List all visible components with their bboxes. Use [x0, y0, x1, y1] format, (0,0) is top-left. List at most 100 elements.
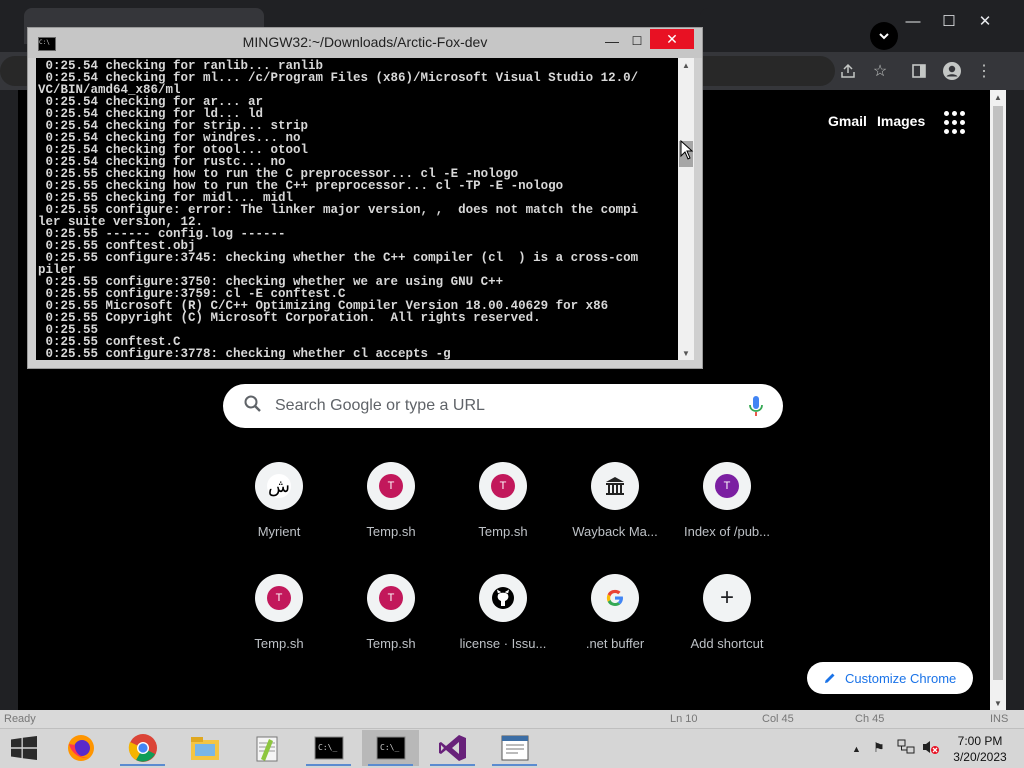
customize-chrome-label: Customize Chrome [845, 670, 957, 686]
google-apps-icon[interactable] [944, 111, 968, 135]
gmail-link[interactable]: Gmail [828, 113, 867, 129]
terminal-maximize-button[interactable]: ☐ [625, 30, 649, 52]
editor-statusbar: Ready Ln 10 Col 45 Ch 45 INS [0, 710, 1024, 730]
terminal-scrollbar[interactable]: ▲ ▼ [678, 58, 694, 360]
document-viewer-icon [501, 735, 528, 761]
browser-tab[interactable] [700, 8, 870, 44]
notepad-plus-plus-icon [256, 736, 277, 762]
shortcut-tile[interactable]: T Temp.sh [335, 574, 447, 678]
shortcut-tile[interactable]: license · Issu... [447, 574, 559, 678]
scroll-down-arrow-icon[interactable]: ▼ [678, 346, 694, 360]
shortcut-tile[interactable]: ﺵ Myrient [223, 462, 335, 566]
bookmark-star-icon[interactable]: ☆ [868, 60, 892, 82]
search-icon [244, 395, 261, 412]
shortcut-label: license · Issu... [459, 636, 547, 651]
volume-muted-icon[interactable] [922, 739, 940, 760]
plus-glyph: + [719, 584, 734, 611]
shortcut-tile[interactable]: T Temp.sh [335, 462, 447, 566]
chrome-maximize-button[interactable]: ☐ [929, 8, 969, 34]
share-icon[interactable] [836, 60, 860, 82]
command-prompt-icon: C:\_ [314, 736, 343, 760]
chevron-down-icon [879, 33, 889, 40]
svg-text:C:\_: C:\_ [380, 743, 399, 752]
taskbar-visual-studio[interactable] [424, 730, 481, 766]
show-hidden-icons-chevron[interactable]: ▲ [852, 744, 861, 754]
taskbar-mingw-terminal[interactable]: C:\_ [362, 730, 419, 766]
archive-building-icon [591, 462, 639, 510]
taskbar-notepad-plus-plus[interactable] [238, 730, 295, 766]
shortcut-label: Temp.sh [366, 636, 416, 651]
terminal-close-button[interactable]: ✕ [650, 29, 694, 49]
taskbar-command-prompt[interactable]: C:\_ [300, 730, 357, 766]
side-panel-icon[interactable] [907, 60, 931, 82]
chrome-close-button[interactable]: ✕ [965, 8, 1005, 34]
letter-t-icon: T [255, 574, 303, 622]
status-char: Ch 45 [855, 713, 885, 725]
pencil-icon [825, 673, 835, 683]
terminal-minimize-button[interactable]: — [600, 30, 624, 52]
plus-icon: + [703, 574, 751, 622]
letter-t-icon: T [479, 462, 527, 510]
shortcut-label: Index of /pub... [683, 524, 770, 539]
clock-time: 7:00 PM [957, 734, 1003, 748]
svg-text:C:\_: C:\_ [318, 743, 337, 752]
status-ready: Ready [4, 713, 36, 725]
google-g-icon [591, 574, 639, 622]
terminal-text: 0:25.54 checking for ranlib... ranlib 0:… [38, 59, 639, 360]
myrient-icon: ﺵ [255, 462, 303, 510]
terminal-window[interactable]: C:\ MINGW32:~/Downloads/Arctic-Fox-dev —… [27, 27, 703, 369]
windows-start-icon[interactable] [10, 736, 38, 760]
shortcut-tile[interactable]: T Index of /pub... [671, 462, 783, 566]
shortcut-letter: ﺵ [267, 474, 291, 498]
shortcut-letter: T [491, 474, 515, 498]
shortcut-tile[interactable]: .net buffer [559, 574, 671, 678]
shortcut-label: Myrient [257, 524, 301, 539]
page-scrollbar[interactable]: ▲ ▼ [990, 90, 1006, 710]
scrollbar-thumb[interactable] [993, 106, 1003, 680]
shortcut-tile[interactable]: T Temp.sh [447, 462, 559, 566]
shortcut-tile[interactable]: Wayback Ma... [559, 462, 671, 566]
mouse-pointer-icon [680, 140, 694, 160]
taskbar-file-explorer[interactable] [176, 730, 233, 766]
chrome-icon [128, 734, 157, 762]
shortcut-label: Wayback Ma... [572, 524, 658, 539]
shortcut-label: Temp.sh [254, 636, 304, 651]
taskbar-clock[interactable]: 7:00 PM 3/20/2023 [945, 733, 1015, 765]
scroll-up-arrow-icon[interactable]: ▲ [990, 90, 1006, 104]
shortcut-label: Temp.sh [366, 524, 416, 539]
shortcut-label: .net buffer [585, 636, 645, 651]
taskbar-document-viewer[interactable] [486, 730, 543, 766]
terminal-output[interactable]: 0:25.54 checking for ranlib... ranlib 0:… [36, 58, 678, 360]
terminal-titlebar[interactable]: C:\ MINGW32:~/Downloads/Arctic-Fox-dev —… [28, 28, 702, 58]
folder-icon [190, 737, 219, 760]
shortcut-letter: T [379, 586, 403, 610]
visual-studio-icon [438, 735, 466, 761]
voice-search-icon[interactable] [747, 394, 765, 418]
firefox-icon [67, 735, 94, 761]
chrome-menu-icon[interactable]: ⋮ [972, 60, 996, 82]
taskbar-firefox[interactable] [52, 730, 109, 766]
action-center-flag-icon[interactable]: ⚑ [873, 740, 885, 756]
shortcut-letter: T [267, 586, 291, 610]
status-insert-mode: INS [990, 713, 1009, 725]
customize-chrome-button[interactable]: Customize Chrome [807, 662, 973, 694]
github-icon [479, 574, 527, 622]
add-shortcut-tile[interactable]: + Add shortcut [671, 574, 783, 678]
images-link[interactable]: Images [877, 113, 925, 129]
letter-t-icon: T [367, 574, 415, 622]
status-column: Col 45 [762, 713, 794, 725]
shortcut-tile[interactable]: T Temp.sh [223, 574, 335, 678]
window-frame [1006, 90, 1024, 710]
taskbar-chrome[interactable] [114, 730, 171, 766]
chrome-minimize-button[interactable]: — [893, 8, 933, 34]
search-placeholder[interactable]: Search Google or type a URL [275, 397, 485, 415]
shortcut-label: Temp.sh [478, 524, 528, 539]
shortcut-label: Add shortcut [690, 636, 764, 651]
shortcut-letter: T [379, 474, 403, 498]
profile-avatar-icon[interactable] [940, 60, 964, 82]
status-line: Ln 10 [670, 713, 698, 725]
scroll-up-arrow-icon[interactable]: ▲ [678, 58, 694, 72]
shortcut-letter: T [715, 474, 739, 498]
network-icon[interactable] [897, 739, 915, 760]
scroll-down-arrow-icon[interactable]: ▼ [990, 696, 1006, 710]
